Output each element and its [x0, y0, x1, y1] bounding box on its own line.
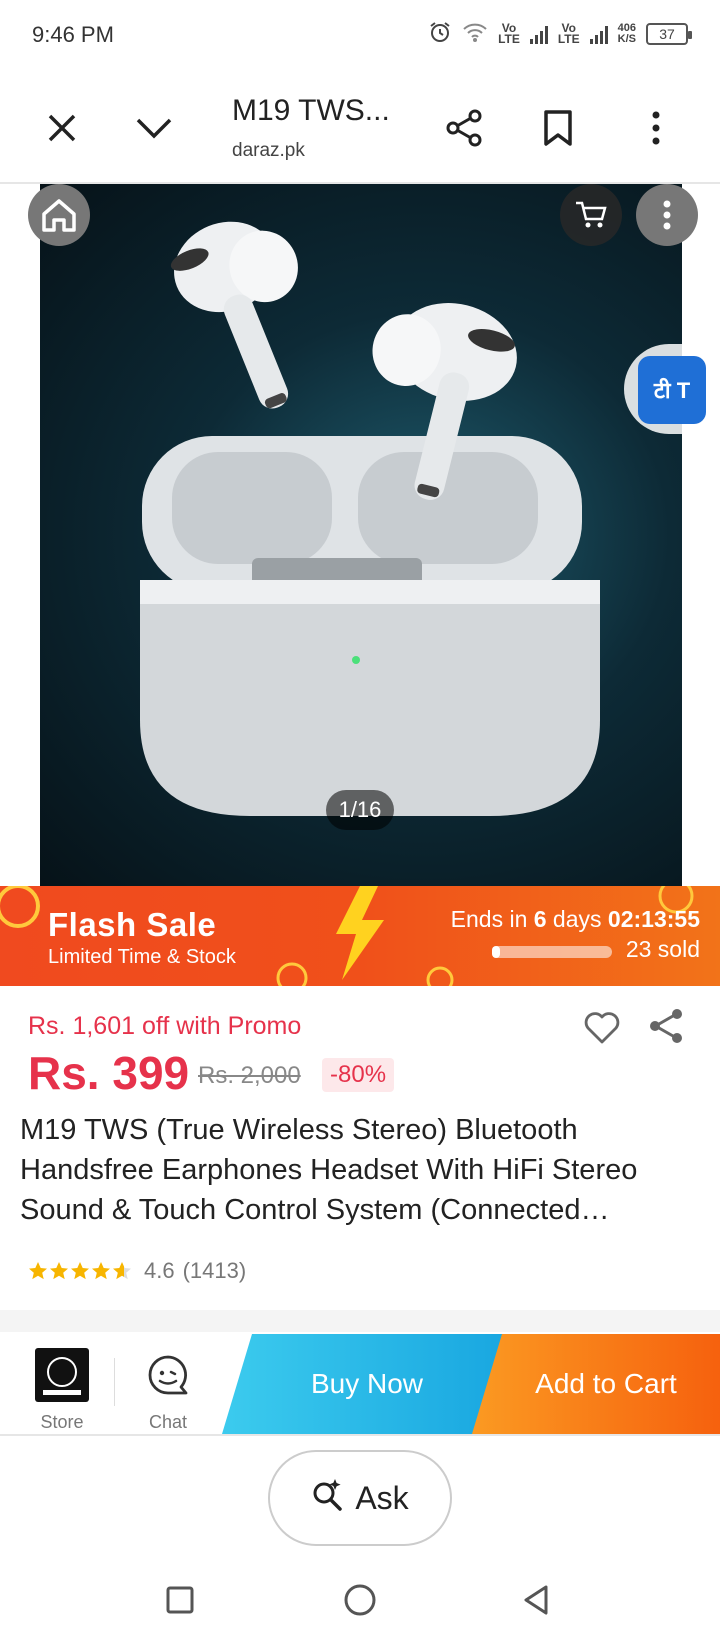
flash-sale-countdown: Ends in 6 days 02:13:55 [451, 906, 700, 933]
status-time: 9:46 PM [32, 22, 114, 47]
action-bar: Store Chat Buy Now Add to Cart [0, 1334, 720, 1436]
ai-search-icon [311, 1477, 345, 1519]
signal-icon-1 [529, 24, 548, 44]
wifi-icon [462, 21, 488, 46]
page-domain[interactable]: daraz.pk [232, 140, 305, 162]
ask-label: Ask [355, 1479, 409, 1516]
add-to-cart-button[interactable]: Add to Cart [472, 1334, 720, 1434]
status-icons: Vo LTE Vo LTE 406 K/S 37 [428, 20, 692, 47]
more-options-icon[interactable] [636, 184, 698, 246]
review-count: (1413) [182, 1258, 247, 1283]
overflow-menu-icon[interactable] [630, 102, 682, 154]
flash-sale-banner[interactable]: Flash Sale Limited Time & Stock Ends in … [0, 886, 720, 986]
star-rating-icon [28, 1260, 134, 1282]
ends-days: 6 [533, 906, 547, 932]
ends-countdown: 02:13:55 [607, 906, 700, 932]
recents-icon[interactable] [158, 1578, 202, 1622]
promo-text[interactable]: Rs. 1,601 off with Promo [28, 1012, 301, 1041]
action-separator [114, 1358, 115, 1406]
share-icon[interactable] [438, 102, 490, 154]
ends-days-label: days [546, 906, 608, 932]
rating-value: 4.6 [144, 1258, 175, 1283]
chevron-down-icon[interactable] [128, 102, 180, 154]
store-label: Store [40, 1412, 84, 1432]
volte-label-1: Vo LTE [498, 20, 520, 46]
browser-toolbar: M19 TWS... daraz.pk [0, 72, 720, 184]
product-image[interactable] [40, 184, 682, 886]
product-gallery[interactable]: टी T 1/16 [0, 184, 720, 886]
store-button[interactable]: Store [24, 1348, 100, 1433]
section-divider [0, 1310, 720, 1332]
back-icon[interactable] [514, 1578, 558, 1622]
ends-prefix: Ends in [450, 906, 534, 932]
share-product-icon[interactable] [646, 1006, 692, 1052]
alarm-icon [428, 20, 452, 47]
close-icon[interactable] [36, 102, 88, 154]
translate-icon[interactable]: टी T [624, 344, 720, 454]
system-nav-bar [0, 1560, 720, 1640]
flash-sale-progress [492, 946, 612, 958]
buy-now-button[interactable]: Buy Now [222, 1334, 512, 1434]
current-price: Rs. 399 [28, 1047, 190, 1099]
heart-icon[interactable] [582, 1008, 626, 1052]
status-bar: 9:46 PM Vo LTE Vo LTE 406 K/S 37 [0, 0, 720, 72]
home-nav-icon[interactable] [338, 1578, 382, 1622]
chat-button[interactable]: Chat [130, 1348, 206, 1433]
ask-button[interactable]: Ask [268, 1450, 452, 1546]
flash-sale-sold: 23 sold [625, 936, 700, 962]
flash-sale-subtitle: Limited Time & Stock [48, 946, 236, 968]
home-icon[interactable] [28, 184, 90, 246]
chat-icon [130, 1348, 206, 1402]
battery-level: 37 [659, 25, 675, 42]
cart-icon[interactable] [560, 184, 622, 246]
chat-label: Chat [148, 1412, 188, 1432]
network-speed: 406 K/S [617, 21, 636, 45]
volte-label-2: Vo LTE [557, 20, 580, 46]
image-counter: 1/16 [326, 790, 394, 830]
discount-badge: -80% [322, 1058, 395, 1092]
flash-sale-progress-fill [492, 946, 500, 958]
store-logo [35, 1348, 89, 1402]
rating-row[interactable]: 4.6 (1413) [28, 1258, 246, 1284]
original-price: Rs. 2,000 [198, 1062, 301, 1089]
signal-icon-2 [589, 24, 608, 44]
bookmark-icon[interactable] [532, 102, 584, 154]
translate-label: टी T [638, 356, 706, 424]
flash-sale-title: Flash Sale [48, 906, 217, 943]
product-title: M19 TWS (True Wireless Stereo) Bluetooth… [20, 1114, 638, 1226]
battery-icon: 37 [646, 22, 692, 45]
page-title[interactable]: M19 TWS... [232, 94, 390, 128]
